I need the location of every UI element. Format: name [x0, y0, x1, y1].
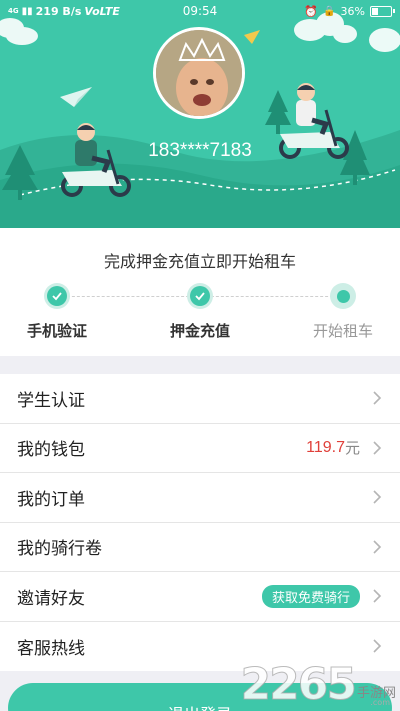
- chevron-right-icon: [373, 589, 382, 603]
- menu-item-label: 客服热线: [17, 638, 85, 659]
- network-type: VoLTE: [84, 4, 120, 18]
- signal-icon: 4G: [8, 7, 19, 15]
- step-2-check-icon: [187, 283, 213, 309]
- battery-percent: 36%: [340, 4, 365, 18]
- lock-icon: 🔒: [323, 5, 336, 17]
- chevron-right-icon: [373, 391, 382, 405]
- step-1-check-icon: [44, 283, 70, 309]
- menu-item-invite-friends[interactable]: 邀请好友 获取免费骑行: [0, 572, 400, 622]
- watermark-sub: .com: [370, 698, 390, 707]
- network-speed: 219 B/s: [35, 4, 82, 18]
- profile-header: 4G ▮▮ 219 B/s VoLTE 09:54 ⏰ 🔒 36% 183***…: [0, 0, 400, 228]
- chevron-right-icon: [373, 639, 382, 653]
- menu-list: 学生认证 我的钱包 119.7 元 我的订单 我的骑行卷 邀请好友 获取免费骑行…: [0, 374, 400, 671]
- chevron-right-icon: [373, 490, 382, 504]
- chevron-right-icon: [373, 441, 382, 455]
- wallet-balance: 119.7: [306, 438, 345, 456]
- step-2-label: 押金充值: [169, 322, 230, 340]
- step-3-dot-icon: [330, 283, 356, 309]
- menu-item-ride-vouchers[interactable]: 我的骑行卷: [0, 523, 400, 572]
- watermark-logo: 2265 手游网 .com: [240, 659, 396, 710]
- progress-card: 完成押金充值立即开始租车 手机验证 押金充值 开始租车: [0, 228, 400, 356]
- menu-item-student-verification[interactable]: 学生认证: [0, 374, 400, 424]
- free-ride-badge: 获取免费骑行: [261, 584, 360, 608]
- alarm-icon: ⏰: [304, 4, 319, 18]
- menu-item-label: 我的钱包: [17, 440, 85, 461]
- battery-icon: [370, 5, 395, 17]
- step-1-label: 手机验证: [26, 322, 87, 340]
- chevron-right-icon: [373, 540, 382, 554]
- menu-item-label: 学生认证: [17, 390, 85, 411]
- phone-number: 183****7183: [148, 140, 252, 161]
- menu-item-label: 我的骑行卷: [17, 539, 102, 560]
- progress-title: 完成押金充值立即开始租车: [103, 252, 296, 271]
- signal-bars-icon: ▮▮: [21, 5, 33, 17]
- cloud-icon: [0, 18, 38, 45]
- watermark-number: 2265: [240, 659, 357, 710]
- menu-item-label: 邀请好友: [17, 588, 85, 609]
- menu-item-orders[interactable]: 我的订单: [0, 473, 400, 523]
- step-3-label: 开始租车: [312, 322, 373, 340]
- menu-item-wallet[interactable]: 我的钱包 119.7 元: [0, 424, 400, 473]
- wallet-unit: 元: [344, 439, 360, 458]
- avatar[interactable]: [153, 27, 245, 119]
- status-bar: 4G ▮▮ 219 B/s VoLTE 09:54 ⏰ 🔒 36%: [0, 0, 400, 22]
- menu-item-label: 我的订单: [17, 489, 85, 510]
